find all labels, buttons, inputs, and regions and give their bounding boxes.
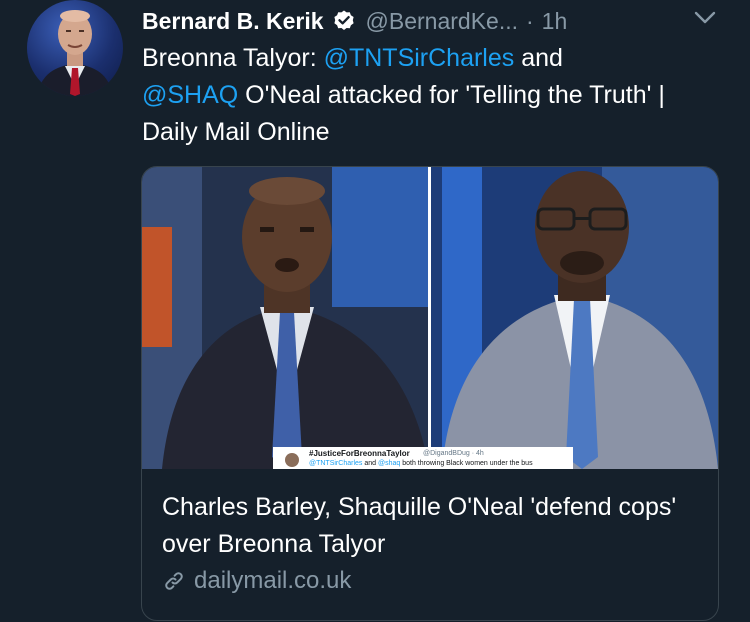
embedded-body: @TNTSirCharles and @shaq both throwing B… xyxy=(309,459,533,469)
tweet-text-intro: Breonna Talyor: xyxy=(142,44,324,72)
card-domain[interactable]: dailymail.co.uk xyxy=(162,567,351,595)
tweet-text: Breonna Talyor: @TNTSirCharles and @SHAQ … xyxy=(142,40,712,151)
mention-tntsircharles[interactable]: @TNTSirCharles xyxy=(324,44,515,72)
link-card[interactable]: #JusticeForBreonnaTaylor @DigandBDug · 4… xyxy=(141,166,719,621)
handle[interactable]: @BernardKe... xyxy=(366,8,518,35)
card-title[interactable]: Charles Barley, Shaquille O'Neal 'defend… xyxy=(162,489,702,563)
separator-dot: · xyxy=(526,7,534,34)
tweet[interactable]: Bernard B. Kerik @BernardKe... · 1h Breo… xyxy=(0,0,750,622)
embedded-name: #JusticeForBreonnaTaylor xyxy=(309,449,410,458)
tweet-header: Bernard B. Kerik @BernardKe... · 1h xyxy=(142,4,567,38)
tweet-text-and: and xyxy=(514,44,563,72)
verified-badge-icon xyxy=(333,10,354,30)
card-image[interactable]: #JusticeForBreonnaTaylor @DigandBDug · 4… xyxy=(142,167,718,469)
embedded-and: and xyxy=(362,460,378,467)
embedded-tweet-screenshot: #JusticeForBreonnaTaylor @DigandBDug · 4… xyxy=(273,447,573,469)
embedded-body-text: both throwing Black women under the bus xyxy=(400,460,533,467)
embedded-mention-2: @shaq xyxy=(377,460,401,467)
card-domain-text: dailymail.co.uk xyxy=(194,567,352,594)
link-icon xyxy=(165,572,183,590)
embedded-mention-1: @TNTSirCharles xyxy=(309,460,363,467)
chevron-down-icon[interactable] xyxy=(692,8,718,28)
timestamp[interactable]: 1h xyxy=(542,8,568,35)
display-name[interactable]: Bernard B. Kerik xyxy=(142,8,324,35)
avatar[interactable] xyxy=(27,0,123,96)
embedded-handle: @DigandBDug · 4h xyxy=(423,450,484,457)
mention-shaq[interactable]: @SHAQ xyxy=(142,81,238,109)
embedded-avatar xyxy=(285,453,299,467)
